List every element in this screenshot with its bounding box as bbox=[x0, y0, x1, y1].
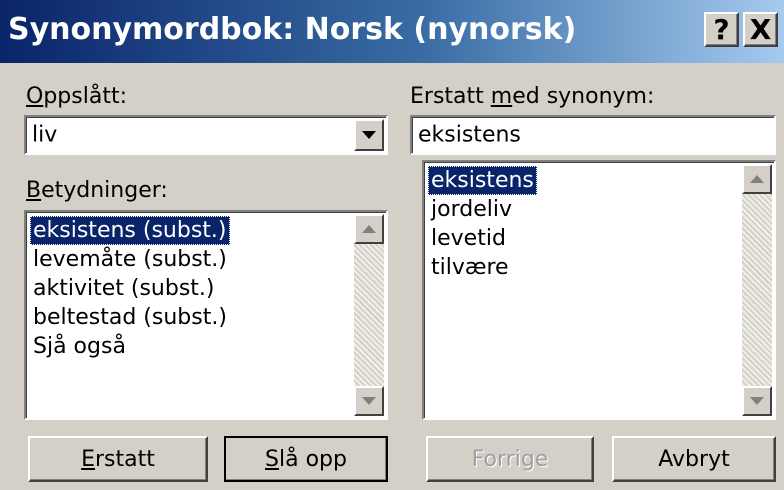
lookup-combobox[interactable]: liv bbox=[24, 115, 388, 155]
lookup-button[interactable]: Slå opp bbox=[224, 436, 388, 482]
replace-button[interactable]: Erstatt bbox=[28, 436, 208, 482]
help-button[interactable]: ? bbox=[704, 12, 739, 47]
meaning-list-item[interactable]: aktivitet (subst.) bbox=[30, 274, 230, 303]
replace-value: eksistens bbox=[418, 122, 521, 148]
synonyms-scrollbar[interactable] bbox=[742, 164, 772, 416]
arrow-down-icon bbox=[362, 397, 376, 405]
thesaurus-dialog: Synonymordbok: Norsk (nynorsk) ? X Oppsl… bbox=[0, 0, 784, 490]
arrow-up-icon bbox=[362, 225, 376, 233]
meanings-scrollbar[interactable] bbox=[354, 214, 384, 416]
synonym-list-item[interactable]: jordeliv bbox=[428, 195, 537, 224]
synonym-list-item[interactable]: tilvære bbox=[428, 253, 537, 282]
meanings-scroll-down-button[interactable] bbox=[354, 386, 384, 416]
synonym-list-item[interactable]: levetid bbox=[428, 224, 537, 253]
title-bar[interactable]: Synonymordbok: Norsk (nynorsk) ? X bbox=[0, 0, 784, 63]
chevron-down-icon bbox=[362, 131, 376, 139]
arrow-up-icon bbox=[750, 175, 764, 183]
close-button[interactable]: X bbox=[743, 12, 778, 47]
meanings-scroll-up-button[interactable] bbox=[354, 214, 384, 244]
synonyms-scroll-down-button[interactable] bbox=[742, 386, 772, 416]
meaning-list-item[interactable]: eksistens (subst.) bbox=[30, 216, 230, 245]
meanings-list[interactable]: eksistens (subst.) levemåte (subst.) aktiv… bbox=[24, 210, 388, 420]
synonyms-items: eksistens jordeliv levetid tilvære bbox=[428, 166, 537, 282]
meanings-items: eksistens (subst.) levemåte (subst.) aktiv… bbox=[30, 216, 230, 361]
previous-button[interactable]: Forrige bbox=[426, 436, 594, 482]
arrow-down-icon bbox=[750, 397, 764, 405]
replace-input[interactable]: eksistens bbox=[410, 115, 776, 155]
meaning-list-item[interactable]: Sjå også bbox=[30, 332, 230, 361]
lookup-value: liv bbox=[32, 122, 58, 148]
meanings-label: Betydninger: bbox=[26, 178, 168, 203]
synonyms-list[interactable]: eksistens jordeliv levetid tilvære bbox=[422, 160, 776, 420]
lookup-dropdown-button[interactable] bbox=[354, 119, 384, 151]
replace-label: Erstatt med synonym: bbox=[410, 84, 655, 109]
synonym-list-item[interactable]: eksistens bbox=[428, 166, 537, 195]
meaning-list-item[interactable]: levemåte (subst.) bbox=[30, 245, 230, 274]
window-title: Synonymordbok: Norsk (nynorsk) bbox=[8, 12, 577, 47]
cancel-button[interactable]: Avbryt bbox=[612, 436, 776, 482]
lookup-label: Oppslått: bbox=[26, 84, 127, 109]
synonyms-scroll-up-button[interactable] bbox=[742, 164, 772, 194]
meaning-list-item[interactable]: beltestad (subst.) bbox=[30, 303, 230, 332]
